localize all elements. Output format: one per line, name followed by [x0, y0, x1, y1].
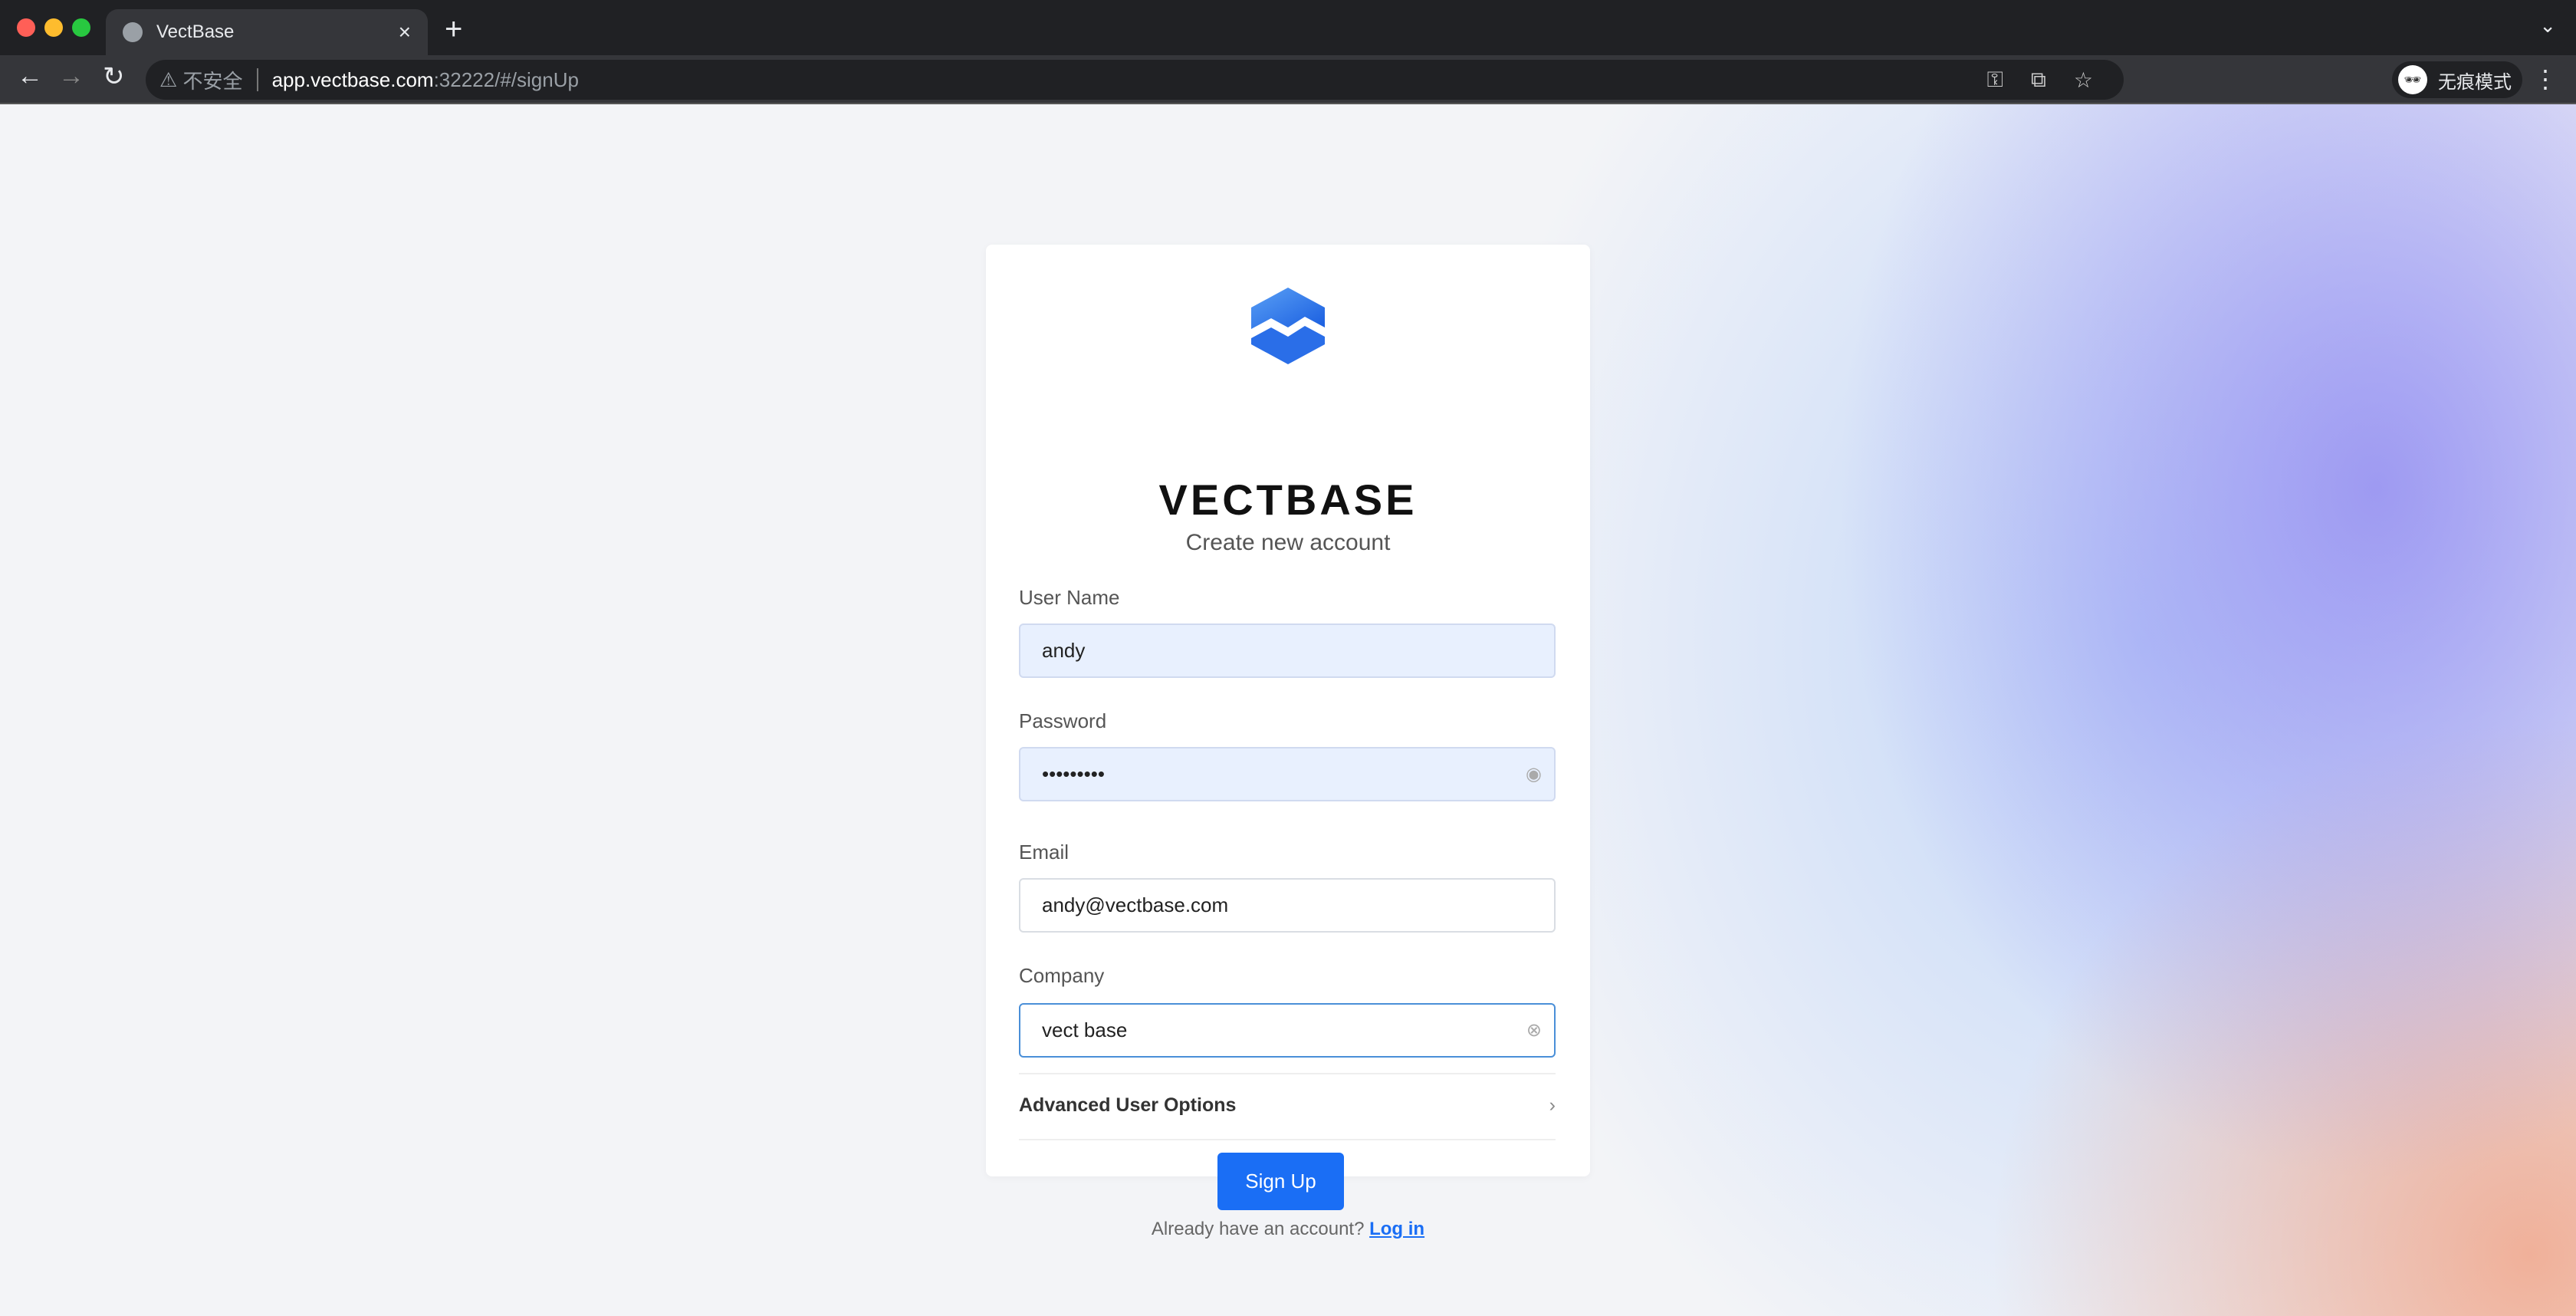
globe-icon	[123, 22, 143, 42]
back-icon[interactable]: ←	[17, 61, 43, 91]
tab-title: VectBase	[156, 21, 235, 42]
maximize-window-button[interactable]	[72, 18, 90, 37]
advanced-options-label: Advanced User Options	[1019, 1094, 1237, 1116]
divider	[256, 68, 258, 91]
login-link[interactable]: Log in	[1369, 1219, 1424, 1239]
more-menu-icon[interactable]: ⋮	[2533, 64, 2558, 94]
page-background: VECTBASE Create new account User Name an…	[0, 104, 2576, 1316]
email-label: Email	[1019, 841, 1070, 864]
divider	[1019, 1139, 1556, 1140]
vectbase-logo-icon	[1251, 288, 1325, 364]
incognito-badge[interactable]: 🕶 无痕模式	[2392, 61, 2522, 98]
close-tab-icon[interactable]: ×	[399, 20, 411, 44]
close-window-button[interactable]	[17, 18, 35, 37]
advanced-options-toggle[interactable]: Advanced User Options ›	[1019, 1094, 1556, 1117]
email-input[interactable]: andy@vectbase.com	[1019, 878, 1556, 933]
page-subtitle: Create new account	[1185, 530, 1391, 555]
translate-icon[interactable]: ⧉	[2031, 67, 2046, 93]
divider	[1019, 1073, 1556, 1074]
tab-search-icon[interactable]: ⌄	[2539, 14, 2556, 38]
login-prompt: Already have an account? Log in	[986, 1219, 1590, 1240]
key-icon[interactable]: ⚿	[1987, 67, 2003, 93]
tab-bar: VectBase × + ⌄	[0, 0, 2576, 55]
incognito-icon: 🕶	[2398, 65, 2427, 94]
warning-icon: ⚠	[159, 67, 183, 91]
chevron-right-icon: ›	[1549, 1094, 1556, 1116]
url-host: app.vectbase.com	[271, 67, 434, 91]
username-input[interactable]: andy	[1019, 623, 1556, 678]
browser-tab[interactable]: VectBase ×	[106, 9, 428, 55]
new-tab-button[interactable]: +	[445, 12, 462, 47]
address-bar[interactable]: ⚠ 不安全 app.vectbase.com :32222/#/signUp ⚿…	[146, 60, 2124, 100]
url-path: :32222/#/signUp	[433, 67, 579, 91]
minimize-window-button[interactable]	[44, 18, 63, 37]
star-icon[interactable]: ☆	[2074, 67, 2093, 93]
clear-icon[interactable]: ⊗	[1526, 1019, 1542, 1041]
incognito-label: 无痕模式	[2438, 71, 2512, 93]
brand-name: VECTBASE	[1158, 475, 1418, 524]
company-input[interactable]: vect base ⊗	[1019, 1003, 1556, 1058]
company-label: Company	[1019, 964, 1105, 987]
sign-up-button[interactable]: Sign Up	[1217, 1153, 1344, 1210]
security-label: 不安全	[182, 69, 243, 93]
browser-toolbar: ← → ↻ ⚠ 不安全 app.vectbase.com :32222/#/si…	[0, 55, 2576, 104]
login-prompt-text: Already have an account?	[1151, 1219, 1365, 1239]
eye-icon[interactable]: ◉	[1526, 763, 1542, 785]
username-label: User Name	[1019, 586, 1120, 609]
forward-icon[interactable]: →	[58, 61, 84, 91]
username-value: andy	[1042, 639, 1086, 662]
email-value: andy@vectbase.com	[1042, 893, 1229, 916]
signup-card: VECTBASE Create new account User Name an…	[986, 245, 1590, 1239]
company-value: vect base	[1042, 1018, 1128, 1041]
password-value: •••••••••	[1042, 762, 1105, 785]
reload-icon[interactable]: ↻	[103, 61, 125, 92]
password-input[interactable]: ••••••••• ◉	[1019, 747, 1556, 801]
password-label: Password	[1019, 709, 1107, 732]
